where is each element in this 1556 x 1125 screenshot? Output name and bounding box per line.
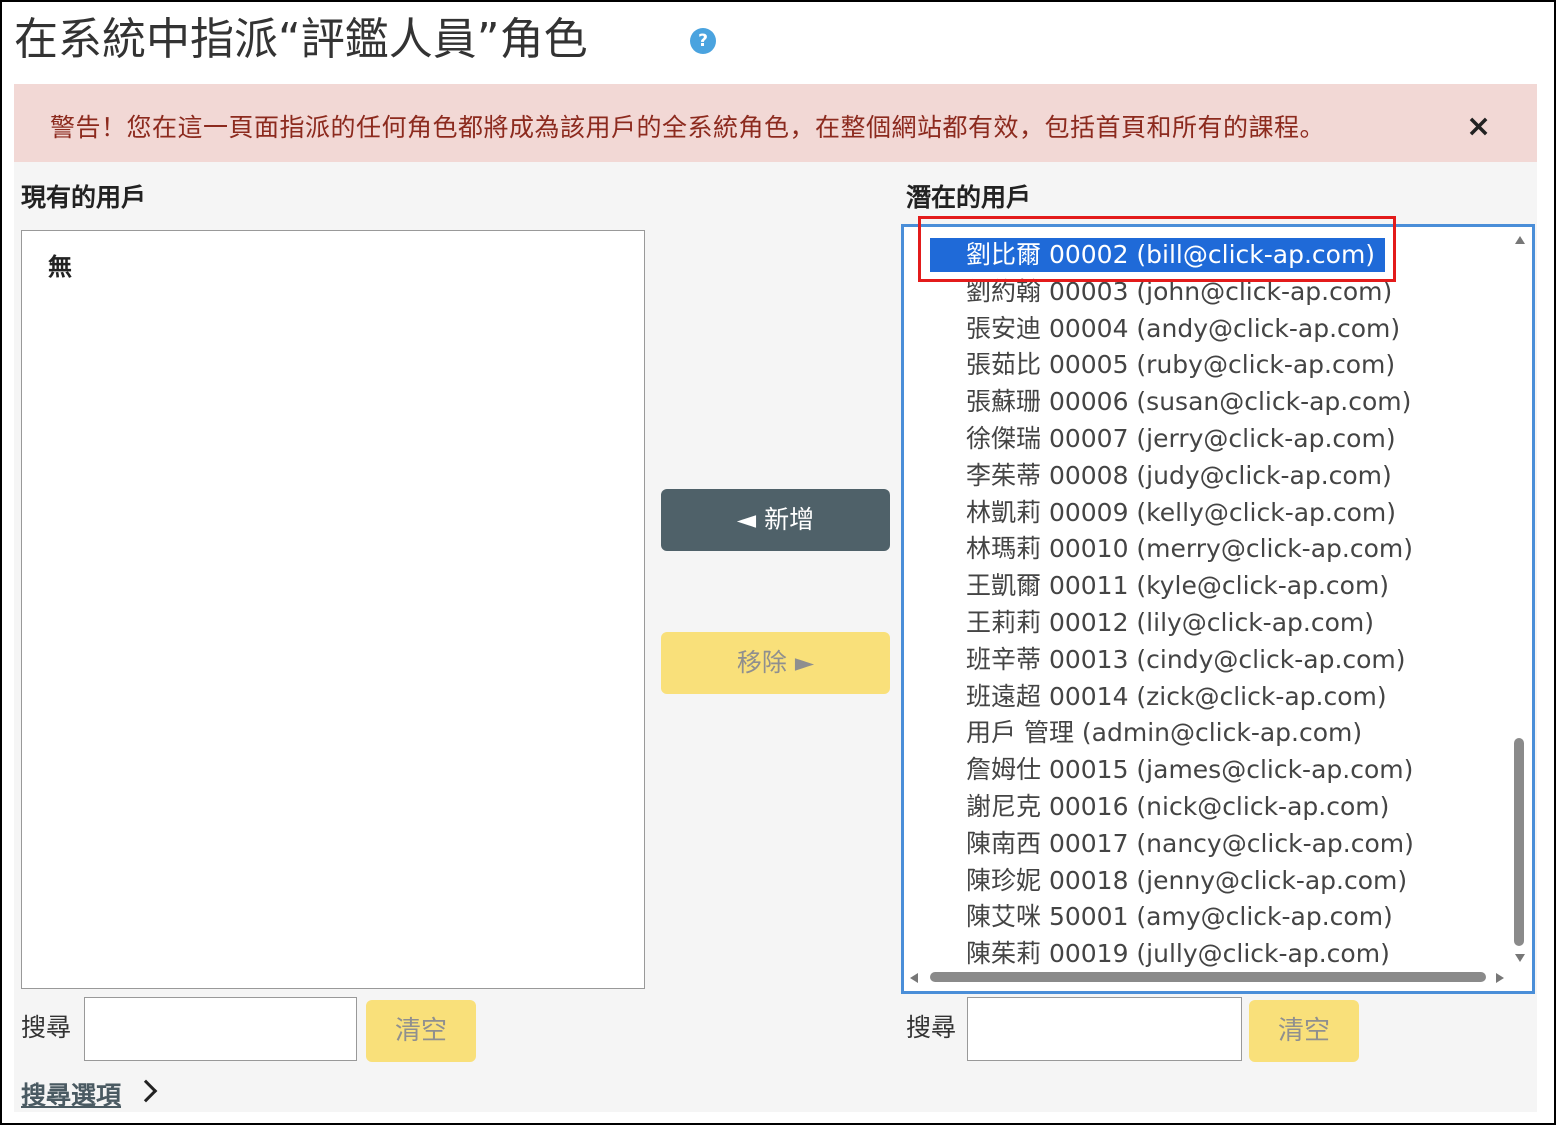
scroll-up-icon[interactable]	[1515, 236, 1525, 244]
list-item[interactable]: 張茹比 00005 (ruby@click-ap.com)	[966, 348, 1395, 382]
list-item[interactable]: 班辛蒂 00013 (cindy@click-ap.com)	[966, 643, 1406, 677]
scroll-thumb[interactable]	[930, 972, 1486, 982]
existing-users-list[interactable]: 無	[21, 230, 645, 989]
close-icon[interactable]: ×	[1466, 112, 1491, 142]
list-item[interactable]: 陳南西 00017 (nancy@click-ap.com)	[966, 827, 1414, 861]
potential-users-list[interactable]: 劉比爾 00002 (bill@click-ap.com) 劉約翰 00003 (…	[901, 224, 1535, 994]
question-circle-icon[interactable]: ?	[690, 28, 716, 54]
warning-alert: 警告！您在這一頁面指派的任何角色都將成為該用戶的全系統角色，在整個網站都有效，包…	[14, 84, 1537, 162]
list-item[interactable]: 班遠超 00014 (zick@click-ap.com)	[966, 680, 1387, 714]
list-item[interactable]: 王莉莉 00012 (lily@click-ap.com)	[966, 606, 1374, 640]
search-input-potential[interactable]	[967, 997, 1242, 1061]
scroll-right-icon[interactable]	[1496, 973, 1504, 983]
search-input-existing[interactable]	[84, 997, 357, 1061]
add-button[interactable]: ◄ 新增	[661, 489, 890, 551]
potential-users-label: 潛在的用戶	[906, 183, 1032, 212]
search-options-link[interactable]: 搜尋選項	[21, 1076, 121, 1112]
clear-button-existing[interactable]: 清空	[366, 1000, 476, 1062]
list-item[interactable]: 用戶 管理 (admin@click-ap.com)	[966, 716, 1362, 750]
list-item[interactable]: 謝尼克 00016 (nick@click-ap.com)	[966, 790, 1389, 824]
list-item[interactable]: 陳艾咪 50001 (amy@click-ap.com)	[966, 900, 1393, 934]
list-item[interactable]: 陳珍妮 00018 (jenny@click-ap.com)	[966, 864, 1407, 898]
list-item[interactable]: 林凱莉 00009 (kelly@click-ap.com)	[966, 496, 1396, 530]
list-item[interactable]: 張蘇珊 00006 (susan@click-ap.com)	[966, 385, 1411, 419]
list-item[interactable]: 陳茱莉 00019 (jully@click-ap.com)	[966, 937, 1390, 971]
clear-button-potential[interactable]: 清空	[1249, 1000, 1359, 1062]
existing-users-label: 現有的用戶	[21, 183, 147, 212]
remove-button[interactable]: 移除 ►	[661, 632, 890, 694]
list-item[interactable]: 無	[48, 247, 72, 282]
search-label-potential: 搜尋	[906, 1013, 957, 1042]
search-label-existing: 搜尋	[21, 1013, 72, 1042]
list-item[interactable]: 王凱爾 00011 (kyle@click-ap.com)	[966, 569, 1389, 603]
scroll-down-icon[interactable]	[1515, 954, 1525, 962]
list-item[interactable]: 詹姆仕 00015 (james@click-ap.com)	[966, 753, 1413, 787]
list-item[interactable]: 張安迪 00004 (andy@click-ap.com)	[966, 312, 1400, 346]
selection-highlight-annotation	[918, 216, 1396, 282]
list-item[interactable]: 林瑪莉 00010 (merry@click-ap.com)	[966, 532, 1413, 566]
horizontal-scrollbar[interactable]	[906, 968, 1510, 986]
vertical-scrollbar[interactable]	[1510, 232, 1528, 968]
list-item[interactable]: 徐傑瑞 00007 (jerry@click-ap.com)	[966, 422, 1396, 456]
page-title: 在系統中指派“評鑑人員”角色	[14, 14, 588, 65]
alert-message: 警告！您在這一頁面指派的任何角色都將成為該用戶的全系統角色，在整個網站都有效，包…	[50, 113, 1326, 142]
scroll-left-icon[interactable]	[910, 973, 918, 983]
scroll-thumb[interactable]	[1514, 738, 1524, 946]
list-item[interactable]: 李茱蒂 00008 (judy@click-ap.com)	[966, 459, 1392, 493]
